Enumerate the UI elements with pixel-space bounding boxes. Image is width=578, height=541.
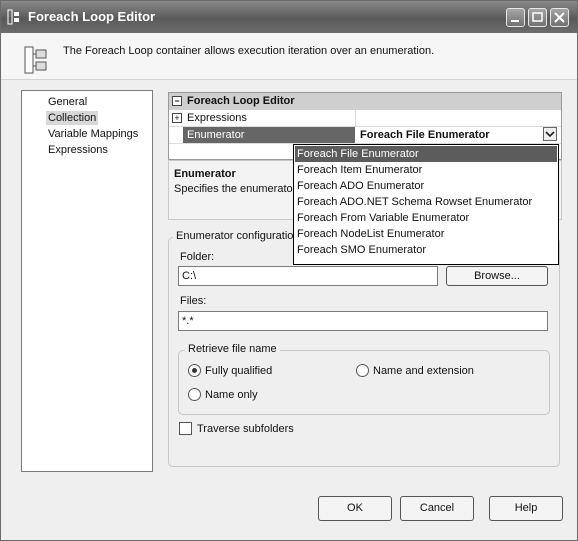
- name-and-extension-radio[interactable]: [356, 364, 369, 377]
- nav-item-collection[interactable]: Collection: [46, 111, 99, 125]
- retrieve-file-name-group: Retrieve file name: [178, 343, 550, 415]
- name-only-label[interactable]: Name only: [205, 389, 258, 401]
- close-icon: [554, 12, 565, 23]
- dropdown-option-smo[interactable]: Foreach SMO Enumerator: [295, 242, 557, 258]
- property-row-expressions[interactable]: + Expressions: [169, 110, 561, 127]
- dropdown-option-ado[interactable]: Foreach ADO Enumerator: [295, 178, 557, 194]
- header-strip: The Foreach Loop container allows execut…: [1, 33, 577, 80]
- nav-item-general[interactable]: General: [46, 95, 89, 109]
- property-grid-title: Foreach Loop Editor: [187, 95, 295, 107]
- dropdown-option-ado-net-schema[interactable]: Foreach ADO.NET Schema Rowset Enumerator: [295, 194, 557, 210]
- header-description: The Foreach Loop container allows execut…: [63, 45, 435, 57]
- files-label: Files:: [180, 295, 207, 307]
- maximize-button[interactable]: [528, 8, 547, 27]
- folder-label: Folder:: [180, 251, 215, 263]
- enumerator-value[interactable]: Foreach File Enumerator: [360, 129, 490, 141]
- window-title: Foreach Loop Editor: [28, 9, 156, 24]
- description-text: Specifies the enumerator: [174, 183, 297, 195]
- foreach-container-icon: [24, 46, 47, 74]
- cancel-button[interactable]: Cancel: [400, 496, 474, 521]
- enumerator-dropdown-button[interactable]: [543, 127, 557, 141]
- fully-qualified-label[interactable]: Fully qualified: [205, 365, 272, 377]
- description-title: Enumerator: [174, 168, 236, 180]
- property-name: Expressions: [187, 112, 247, 124]
- dropdown-option-item[interactable]: Foreach Item Enumerator: [295, 162, 557, 178]
- fully-qualified-radio[interactable]: [188, 364, 201, 377]
- expand-icon[interactable]: +: [172, 113, 182, 123]
- name-only-radio[interactable]: [188, 388, 201, 401]
- minimize-button[interactable]: [506, 8, 525, 27]
- traverse-subfolders-label[interactable]: Traverse subfolders: [197, 423, 294, 435]
- nav-item-variable-mappings[interactable]: Variable Mappings: [46, 127, 140, 141]
- collapse-icon[interactable]: −: [172, 96, 182, 106]
- maximize-icon: [532, 12, 543, 22]
- files-input[interactable]: *.*: [178, 311, 548, 331]
- dropdown-option-file[interactable]: Foreach File Enumerator: [295, 146, 557, 162]
- ok-button[interactable]: OK: [318, 496, 392, 521]
- minimize-icon: [511, 20, 519, 22]
- nav-pane: General Collection Variable Mappings Exp…: [21, 90, 153, 472]
- retrieve-group-label: Retrieve file name: [185, 343, 280, 355]
- dropdown-option-nodelist[interactable]: Foreach NodeList Enumerator: [295, 226, 557, 242]
- group-label: Enumerator configuration: [173, 230, 303, 242]
- enumerator-dropdown-list: Foreach File Enumerator Foreach Item Enu…: [293, 144, 559, 265]
- property-row-enumerator[interactable]: Enumerator Foreach File Enumerator: [169, 127, 561, 144]
- column-divider: [355, 110, 356, 126]
- nav-item-expressions[interactable]: Expressions: [46, 143, 110, 157]
- foreach-loop-icon: [7, 9, 19, 25]
- traverse-subfolders-checkbox[interactable]: [179, 422, 192, 435]
- title-bar[interactable]: Foreach Loop Editor: [1, 1, 577, 33]
- browse-button[interactable]: Browse...: [446, 266, 548, 286]
- help-button[interactable]: Help: [489, 496, 563, 521]
- folder-input[interactable]: C:\: [178, 266, 438, 286]
- foreach-loop-editor-window: Foreach Loop Editor The Foreach Loop con…: [0, 0, 578, 541]
- close-button[interactable]: [550, 8, 569, 27]
- name-and-extension-label[interactable]: Name and extension: [373, 365, 474, 377]
- property-name: Enumerator: [187, 129, 245, 141]
- dropdown-option-from-variable[interactable]: Foreach From Variable Enumerator: [295, 210, 557, 226]
- radio-dot: [192, 368, 197, 373]
- property-grid-header: − Foreach Loop Editor: [169, 93, 561, 110]
- chevron-down-icon: [545, 131, 555, 138]
